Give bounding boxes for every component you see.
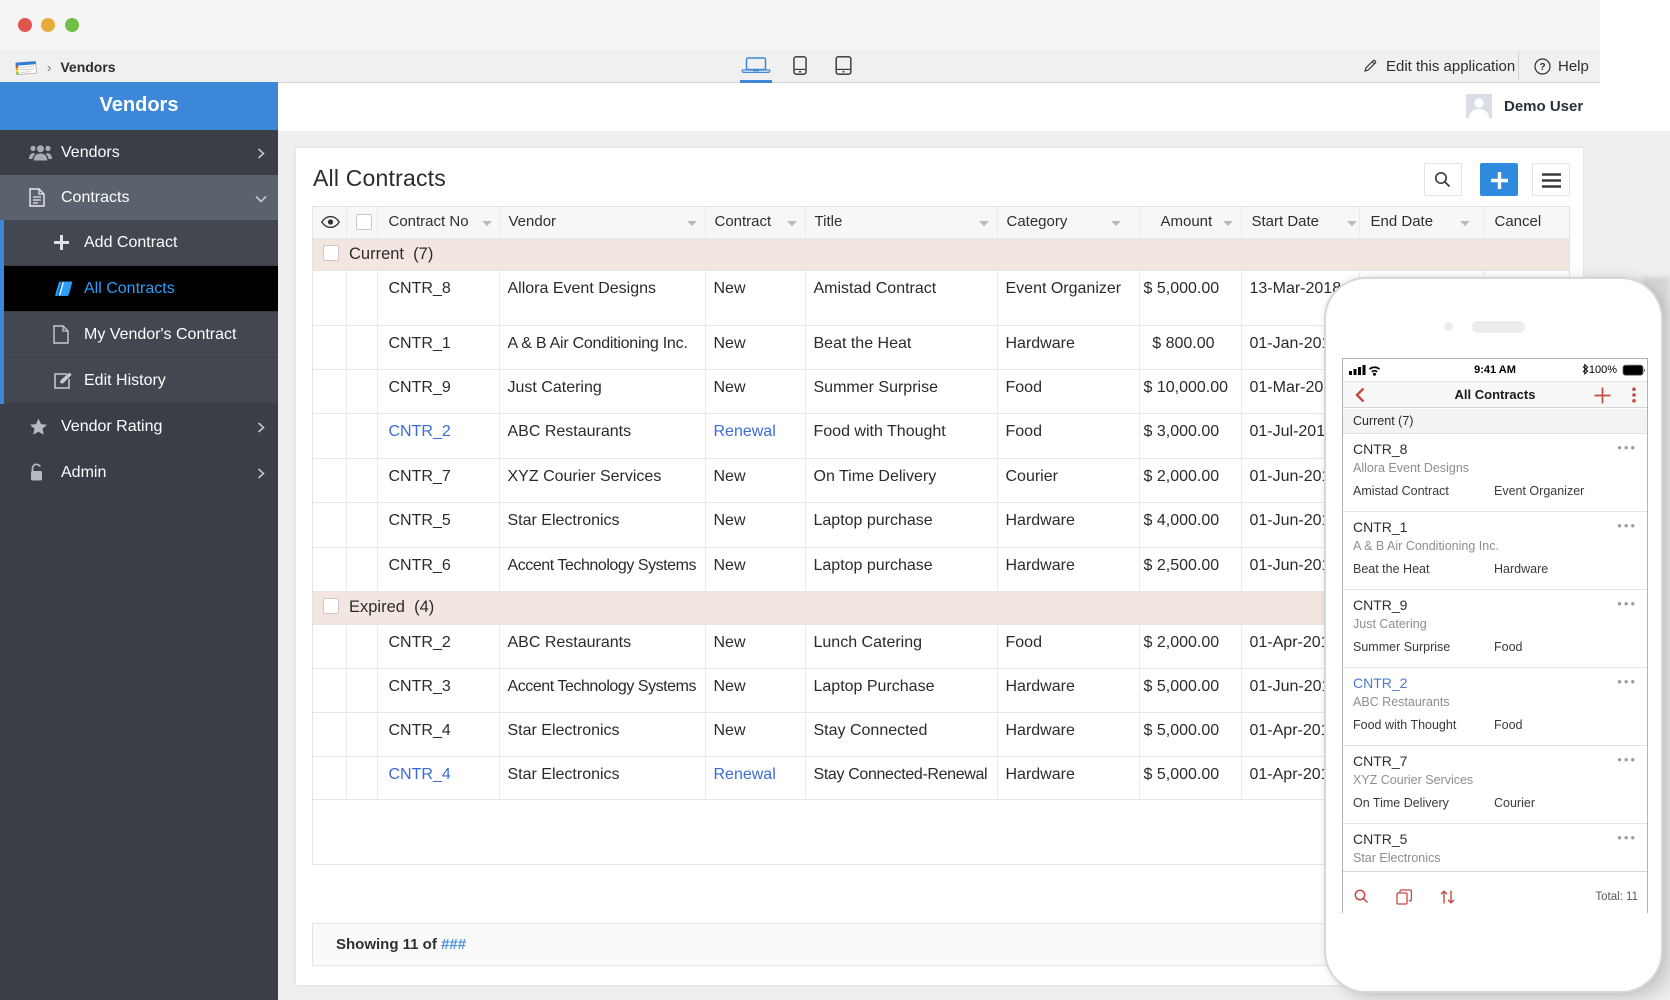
- svg-text:?: ?: [1539, 62, 1545, 73]
